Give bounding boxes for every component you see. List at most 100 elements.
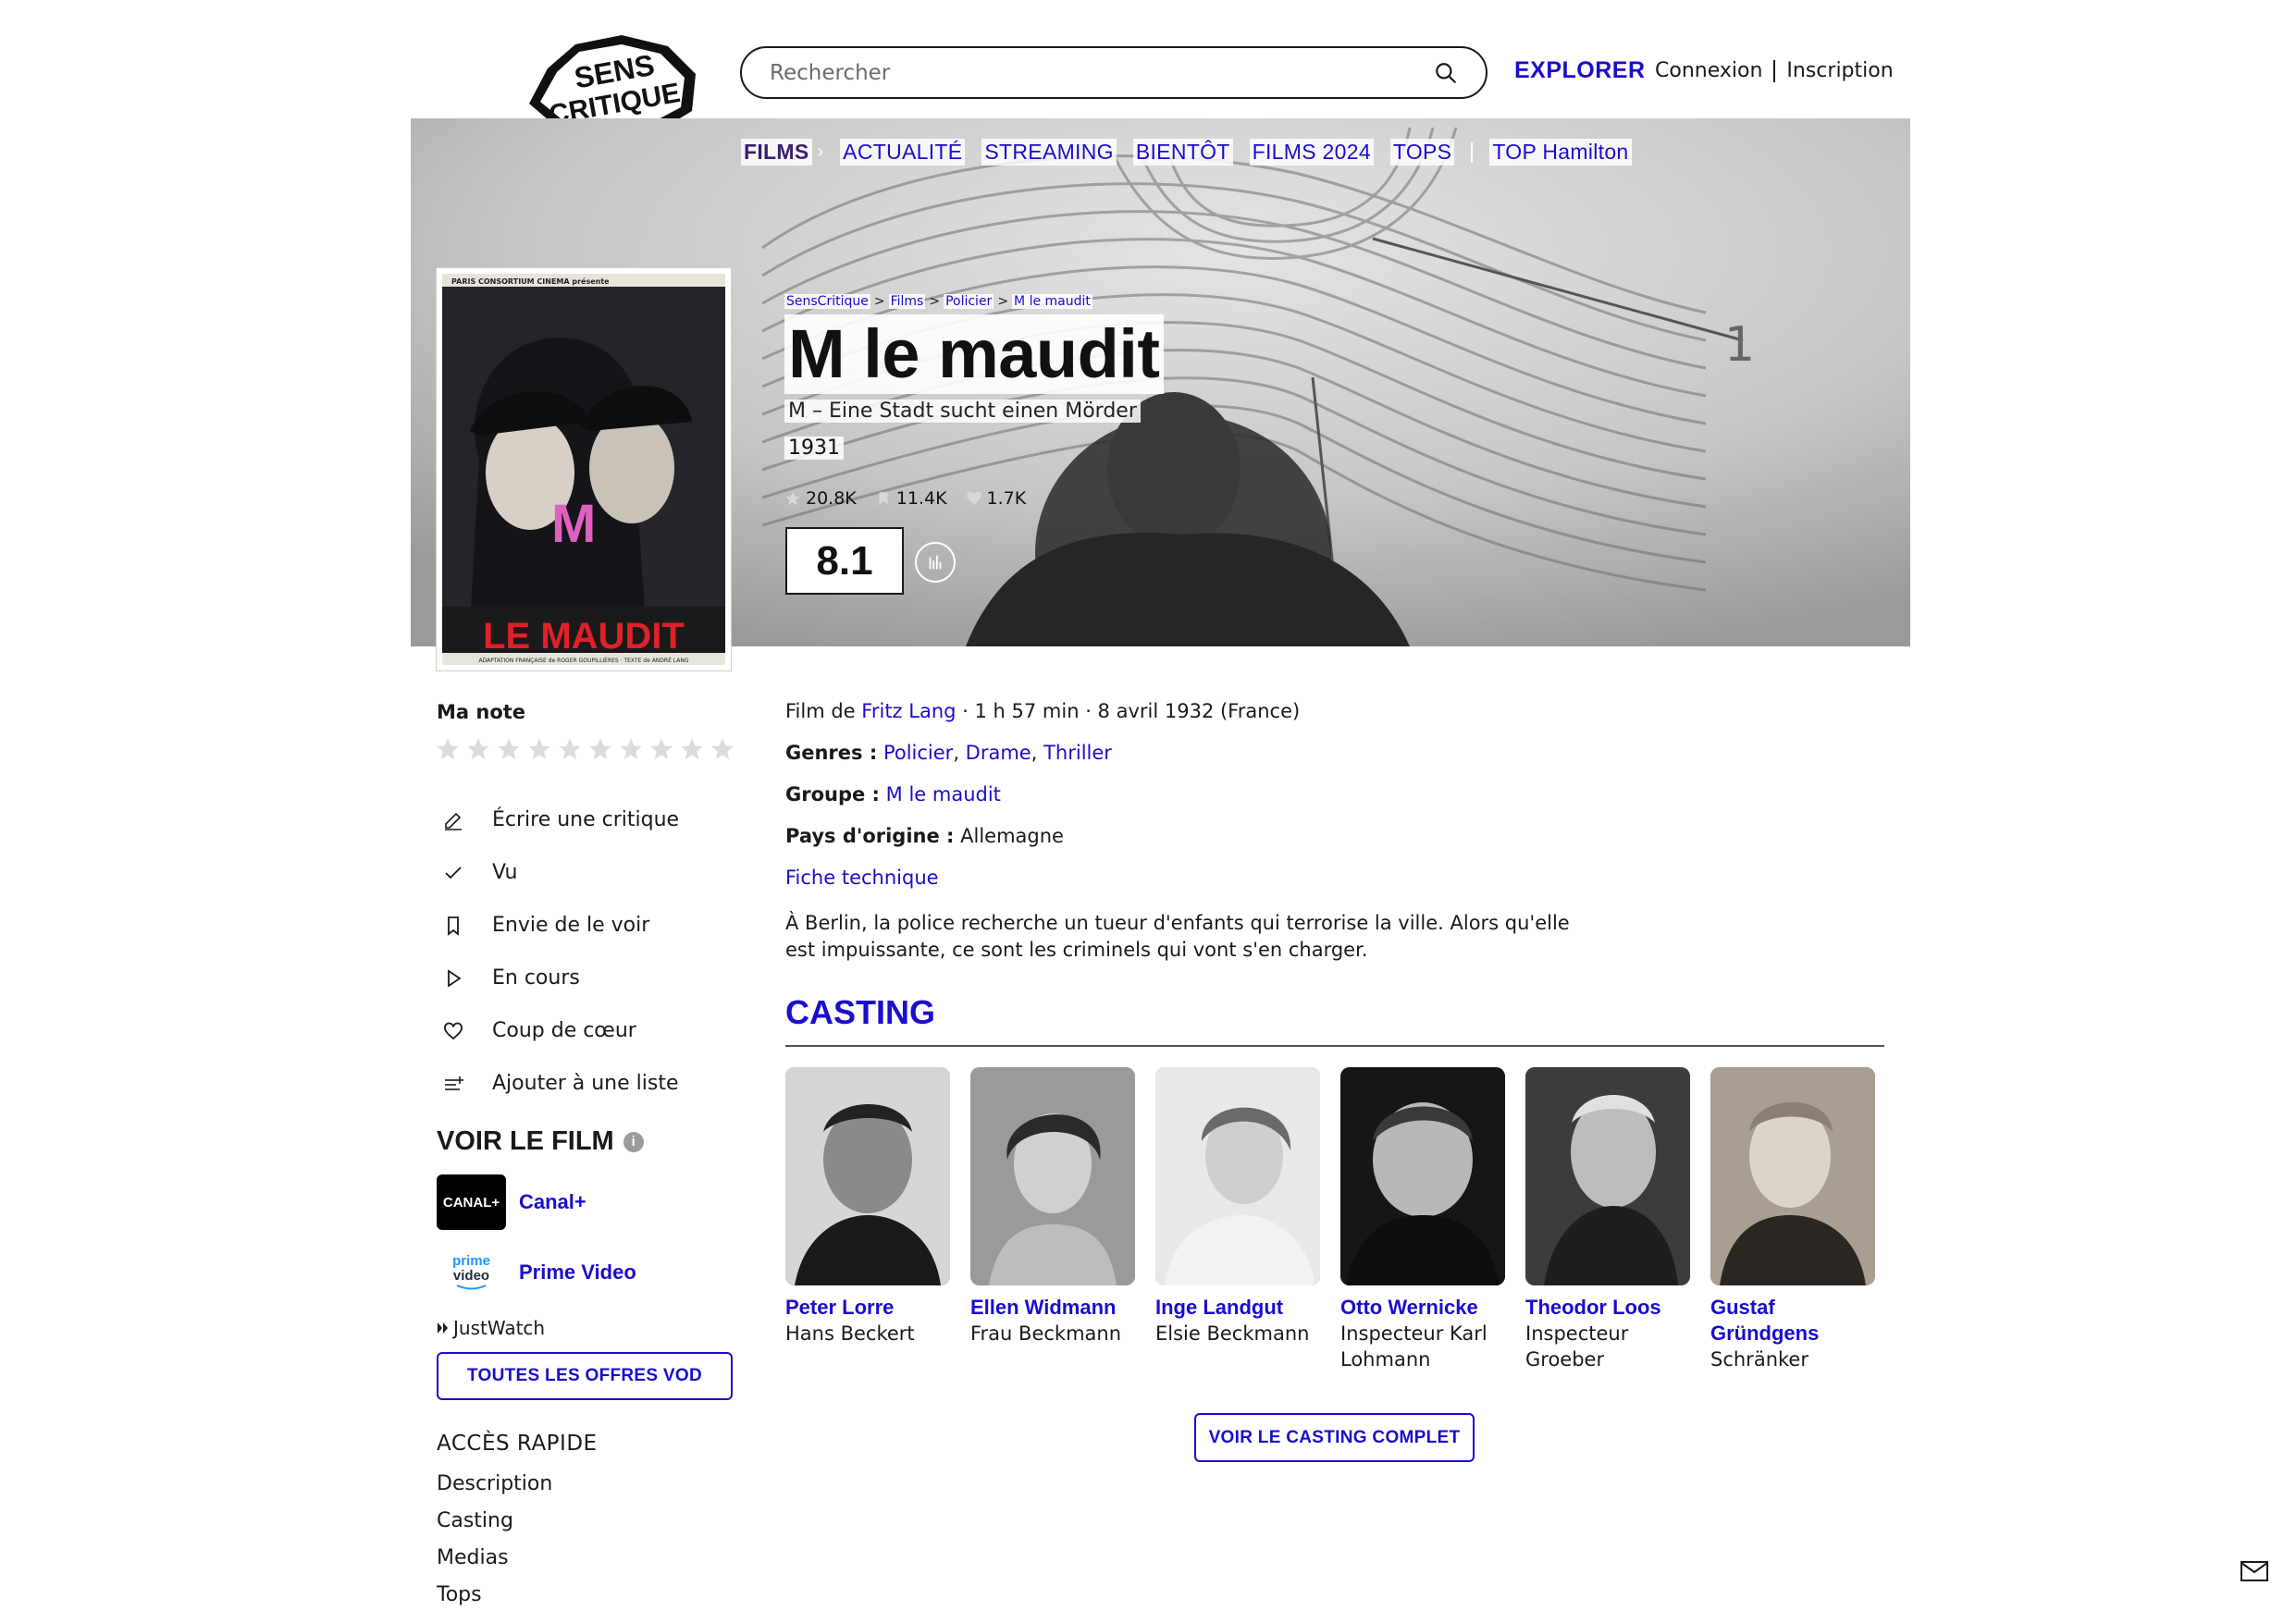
quick-access-description[interactable]: Description <box>437 1472 552 1495</box>
action-label: En cours <box>492 966 580 990</box>
actor-photo[interactable] <box>970 1067 1135 1285</box>
rating-star-icon[interactable] <box>618 736 644 762</box>
justwatch-credit[interactable]: JustWatch <box>437 1317 545 1339</box>
nav-item-top-hamilton[interactable]: TOP Hamilton <box>1489 139 1632 166</box>
cast-card[interactable]: Theodor Loos Inspecteur Groeber <box>1525 1067 1690 1372</box>
rating-star-icon[interactable] <box>587 736 613 762</box>
action-label: Ajouter à une liste <box>492 1072 679 1095</box>
tech-sheet-link[interactable]: Fiche technique <box>785 867 939 889</box>
film-stats: 20.8K 11.4K 1.7K <box>784 488 1026 509</box>
my-rating-stars[interactable] <box>435 736 735 762</box>
rating-star-icon[interactable] <box>679 736 705 762</box>
provider-canal[interactable]: CANAL+ Canal+ <box>437 1174 586 1230</box>
action-seen[interactable]: Vu <box>442 846 679 899</box>
all-vod-offers-button[interactable]: TOUTES LES OFFRES VOD <box>437 1352 733 1400</box>
director-prefix: Film de <box>785 700 856 722</box>
justwatch-play-icon <box>438 1322 448 1334</box>
actor-photo[interactable] <box>1340 1067 1505 1285</box>
rating-star-icon[interactable] <box>465 736 491 762</box>
cast-card[interactable]: Inge Landgut Elsie Beckmann <box>1155 1067 1320 1372</box>
actor-role: Hans Beckert <box>785 1322 915 1345</box>
actor-name[interactable]: Theodor Loos <box>1525 1295 1690 1321</box>
provider-name[interactable]: Canal+ <box>519 1190 586 1214</box>
quick-access-medias[interactable]: Medias <box>437 1546 509 1569</box>
breadcrumb-item[interactable]: SensCritique <box>784 294 870 309</box>
casting-title: CASTING <box>785 993 935 1031</box>
actor-photo[interactable] <box>785 1067 950 1285</box>
action-label: Envie de le voir <box>492 914 650 937</box>
breadcrumb-item[interactable]: Films <box>888 294 926 309</box>
rating-star-icon[interactable] <box>648 736 674 762</box>
nav-item-tops[interactable]: TOPS <box>1389 139 1455 166</box>
signup-link[interactable]: Inscription <box>1786 59 1893 82</box>
search-icon[interactable] <box>1434 61 1458 85</box>
bookmark-icon <box>448 916 459 936</box>
cast-card[interactable]: Gustaf Gründgens Schränker <box>1710 1067 1875 1372</box>
action-write-review[interactable]: Écrire une critique <box>442 793 679 846</box>
actor-photo[interactable] <box>1525 1067 1690 1285</box>
heart-icon <box>967 491 981 505</box>
actor-photo[interactable] <box>1710 1067 1875 1285</box>
group-link[interactable]: M le maudit <box>886 783 1001 805</box>
search-input[interactable] <box>770 60 1434 85</box>
cast-card[interactable]: Ellen Widmann Frau Beckmann <box>970 1067 1135 1372</box>
auth-separator <box>1773 59 1776 82</box>
search-bar[interactable] <box>740 46 1487 99</box>
cast-card[interactable]: Otto Wernicke Inspecteur Karl Lohmann <box>1340 1067 1505 1372</box>
breadcrumb-item[interactable]: M le maudit <box>1012 294 1092 309</box>
poster-bottom-text: ADAPTATION FRANÇAISE de ROGER GOUPILLIÈR… <box>478 657 688 664</box>
ratings-count: 20.8K <box>784 488 857 509</box>
quick-access-casting[interactable]: Casting <box>437 1509 513 1532</box>
actor-name[interactable]: Otto Wernicke <box>1340 1295 1505 1321</box>
rating-star-icon[interactable] <box>435 736 461 762</box>
film-details: Film de Fritz Lang · 1 h 57 min · 8 avri… <box>785 700 1710 908</box>
genre-link[interactable]: Thriller <box>1043 742 1112 764</box>
justwatch-label: JustWatch <box>453 1317 546 1339</box>
nav-item-bientot[interactable]: BIENTÔT <box>1132 139 1233 166</box>
quick-access-tops[interactable]: Tops <box>437 1583 482 1606</box>
main-nav: FILMS › ACTUALITÉ STREAMING BIENTÔT FILM… <box>741 139 1632 166</box>
director-row: Film de Fritz Lang · 1 h 57 min · 8 avri… <box>785 700 1710 722</box>
action-favorite[interactable]: Coup de cœur <box>442 1004 679 1057</box>
poster-title-text: LE MAUDIT <box>483 616 685 657</box>
play-icon <box>448 968 462 988</box>
provider-name[interactable]: Prime Video <box>519 1260 636 1285</box>
action-add-to-list[interactable]: Ajouter à une liste <box>442 1057 679 1110</box>
rating-star-icon[interactable] <box>526 736 552 762</box>
director-link[interactable]: Fritz Lang <box>861 700 956 722</box>
rating-star-icon[interactable] <box>496 736 522 762</box>
cast-card[interactable]: Peter Lorre Hans Beckert <box>785 1067 950 1372</box>
nav-item-actualite[interactable]: ACTUALITÉ <box>840 139 966 166</box>
login-link[interactable]: Connexion <box>1655 59 1762 82</box>
actor-name[interactable]: Gustaf Gründgens <box>1710 1295 1875 1346</box>
nav-item-films[interactable]: FILMS <box>741 139 812 166</box>
info-icon[interactable]: i <box>623 1131 644 1152</box>
action-want-to-see[interactable]: Envie de le voir <box>442 899 679 952</box>
watch-title-text: VOIR LE FILM <box>437 1126 614 1156</box>
mail-icon[interactable] <box>2240 1561 2268 1581</box>
film-runtime-date: · 1 h 57 min · 8 avril 1932 (France) <box>962 700 1301 722</box>
actor-portrait <box>1155 1067 1320 1285</box>
breadcrumb-item[interactable]: Policier <box>944 294 994 309</box>
actor-name[interactable]: Ellen Widmann <box>970 1295 1135 1321</box>
nav-item-films-2024[interactable]: FILMS 2024 <box>1249 139 1374 166</box>
actor-photo[interactable] <box>1155 1067 1320 1285</box>
rating-star-icon[interactable] <box>557 736 583 762</box>
actor-name[interactable]: Inge Landgut <box>1155 1295 1320 1321</box>
casting-divider <box>785 1045 1884 1047</box>
explorer-link[interactable]: EXPLORER <box>1514 57 1646 84</box>
actor-portrait <box>785 1067 950 1285</box>
actor-name[interactable]: Peter Lorre <box>785 1295 950 1321</box>
full-casting-button[interactable]: VOIR LE CASTING COMPLET <box>1194 1413 1475 1462</box>
nav-item-streaming[interactable]: STREAMING <box>981 139 1117 166</box>
poster-letter: M <box>551 494 596 554</box>
score-distribution-button[interactable] <box>915 542 956 583</box>
action-in-progress[interactable]: En cours <box>442 952 679 1004</box>
film-poster[interactable]: PARIS CONSORTIUM CINEMA présente M LE MA… <box>437 268 731 670</box>
genre-link[interactable]: Policier <box>883 742 953 764</box>
pencil-icon <box>445 812 462 830</box>
rating-star-icon[interactable] <box>710 736 735 762</box>
genre-link[interactable]: Drame <box>966 742 1031 764</box>
actor-portrait <box>1340 1067 1505 1285</box>
provider-prime-video[interactable]: prime video Prime Video <box>437 1245 636 1300</box>
